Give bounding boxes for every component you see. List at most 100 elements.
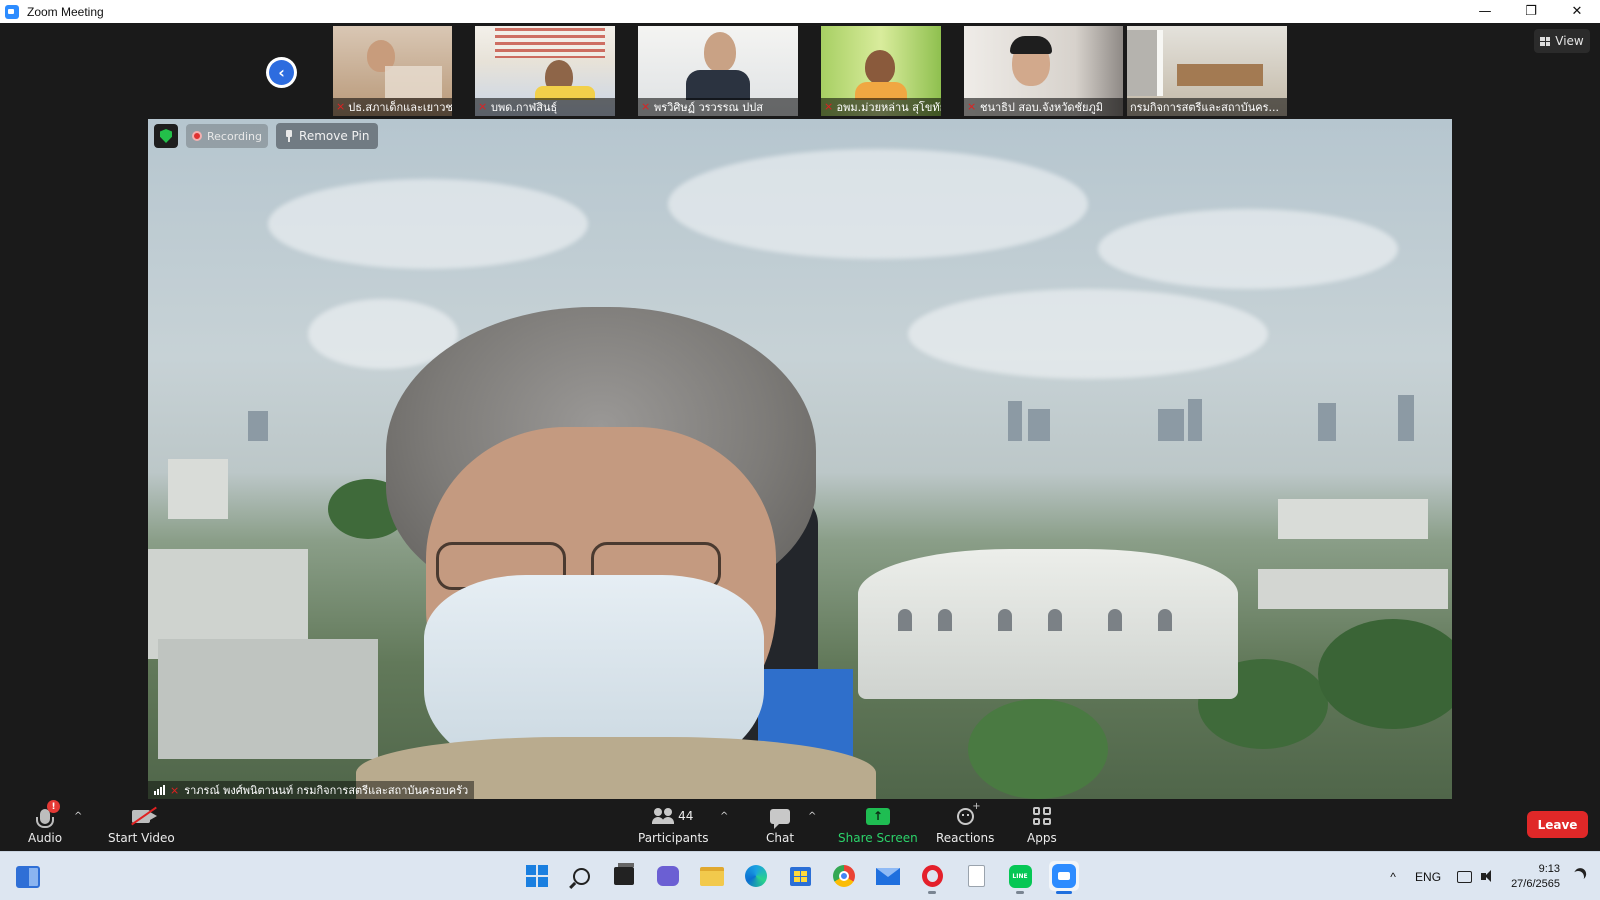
meeting-status-badges: Recording Remove Pin: [154, 123, 379, 149]
signal-strength-icon: [154, 785, 165, 795]
participants-label: Participants: [638, 831, 709, 845]
taskbar-zoom[interactable]: [1049, 861, 1079, 894]
task-view-icon: [614, 863, 634, 885]
thumbnail-namebar: กรมกิจการสตรีและสถาบันคร...: [1127, 98, 1287, 116]
thumbnail-video[interactable]: ⨯ บพด.กาฬสินธุ์: [475, 26, 615, 116]
windows-taskbar: LINE ^ ENG 9:13 27/6/2565: [0, 851, 1600, 900]
taskbar-store[interactable]: [785, 861, 815, 891]
mic-muted-icon: ⨯: [824, 100, 834, 113]
thumbnail-video[interactable]: ⨯ พรวิศิษฏ์ วรวรรณ ปปส: [638, 26, 798, 116]
show-hidden-icons-button[interactable]: ^: [1383, 870, 1403, 884]
thumbnail-namebar: ⨯ พรวิศิษฏ์ วรวรรณ ปปส: [638, 98, 798, 116]
network-icon[interactable]: [1457, 870, 1473, 883]
participant-name: ชนาธิป สอบ.จังหวัดชัยภูมิ: [980, 101, 1103, 114]
line-app-icon: LINE: [1008, 864, 1032, 888]
participant-name: ปธ.สภาเด็กและเยาวชนจัง...: [348, 101, 452, 114]
participant-name: พรวิศิษฏ์ วรวรรณ ปปส: [654, 101, 763, 114]
grid-view-icon: [1540, 36, 1551, 46]
thumbnail-namebar: ⨯ ปธ.สภาเด็กและเยาวชนจัง...: [333, 98, 452, 116]
thumbnail-video[interactable]: ⨯ ชนาธิป สอบ.จังหวัดชัยภูมิ: [964, 26, 1123, 116]
speaker-namebar: ⨯ ราภรณ์ พงศ์พนิตานนท์ กรมกิจการสตรีและส…: [148, 781, 475, 799]
window-controls: — ❐ ✕: [1462, 0, 1600, 23]
remove-pin-button[interactable]: Remove Pin: [276, 123, 379, 149]
teams-chat-icon: [657, 866, 679, 886]
participants-icon: [652, 808, 675, 824]
speaker-person: [356, 307, 876, 799]
clock[interactable]: 9:13 27/6/2565: [1511, 862, 1560, 892]
volume-icon[interactable]: [1481, 870, 1497, 883]
thumbnail-strip: ‹ ⨯ ปธ.สภาเด็กและเยาวชนจัง... ⨯ บพด.กาฬส: [0, 26, 1600, 116]
chat-button[interactable]: Chat: [766, 803, 794, 845]
pin-icon: [285, 130, 293, 142]
thumbnail-namebar: ⨯ อพม.ม่วยหล่าน สุโขทัย: [821, 98, 941, 116]
encryption-shield-icon[interactable]: [154, 124, 178, 148]
view-button-label: View: [1555, 34, 1584, 48]
participant-count: 44: [678, 809, 694, 823]
edge-browser-icon: [745, 865, 767, 887]
taskbar-chat-app[interactable]: [653, 861, 683, 891]
taskbar-chrome[interactable]: [829, 861, 859, 891]
taskbar-line[interactable]: LINE: [1005, 861, 1035, 894]
mic-muted-icon: ⨯: [641, 100, 651, 113]
taskbar-search-button[interactable]: [566, 861, 596, 891]
reactions-label: Reactions: [936, 831, 995, 845]
search-icon: [572, 867, 590, 885]
strip-prev-button[interactable]: ‹: [266, 57, 297, 88]
taskbar-mail[interactable]: [873, 861, 903, 891]
chat-options-caret[interactable]: ^: [808, 811, 816, 822]
share-screen-button[interactable]: ↑ Share Screen: [838, 803, 918, 845]
share-screen-icon: ↑: [865, 807, 890, 825]
thumbnail-video[interactable]: ⨯ อพม.ม่วยหล่าน สุโขทัย: [821, 26, 941, 116]
recording-label: Recording: [207, 129, 263, 143]
windows-logo-icon: [526, 865, 548, 887]
chat-icon: [770, 808, 791, 829]
recording-dot-icon: [192, 131, 202, 141]
audio-label: Audio: [28, 831, 63, 845]
apps-button[interactable]: Apps: [1027, 803, 1057, 845]
participant-face: [704, 32, 736, 72]
meeting-area: ‹ ⨯ ปธ.สภาเด็กและเยาวชนจัง... ⨯ บพด.กาฬส: [0, 23, 1600, 799]
participants-options-caret[interactable]: ^: [720, 811, 728, 822]
start-button[interactable]: [522, 861, 552, 891]
document-icon: [967, 865, 985, 887]
input-language-indicator[interactable]: ENG: [1415, 870, 1441, 884]
meeting-controls: ! Audio ^ Start Video 44 Participants ^ …: [0, 799, 1600, 851]
widgets-icon[interactable]: [16, 866, 40, 888]
folder-icon: [700, 866, 724, 886]
window-title: Zoom Meeting: [27, 4, 104, 19]
start-video-label: Start Video: [108, 831, 175, 845]
taskbar-edge[interactable]: [741, 861, 771, 891]
apps-icon: [1032, 807, 1051, 825]
thumbnail-namebar: ⨯ ชนาธิป สอบ.จังหวัดชัยภูมิ: [964, 98, 1123, 116]
taskbar-notepad[interactable]: [961, 861, 991, 891]
video-off-icon: [132, 809, 158, 823]
reactions-button[interactable]: Reactions: [936, 801, 995, 846]
audio-options-caret[interactable]: ^: [74, 811, 82, 822]
minimize-button[interactable]: —: [1462, 0, 1508, 23]
leave-button[interactable]: Leave: [1527, 811, 1588, 838]
restore-button[interactable]: ❐: [1508, 0, 1554, 23]
focus-assist-icon[interactable]: [1570, 869, 1585, 884]
zoom-logo-icon: [5, 4, 19, 19]
share-screen-label: Share Screen: [838, 831, 918, 845]
start-video-button[interactable]: Start Video: [108, 803, 175, 845]
thumbnail-video[interactable]: กรมกิจการสตรีและสถาบันคร...: [1127, 26, 1287, 116]
participant-face: [865, 50, 895, 84]
opera-icon: [921, 865, 943, 887]
participants-button[interactable]: 44 Participants: [638, 803, 709, 845]
recording-indicator[interactable]: Recording: [186, 124, 269, 148]
reactions-icon: [956, 801, 981, 825]
view-button[interactable]: View: [1534, 29, 1590, 53]
taskbar-file-explorer[interactable]: [697, 861, 727, 891]
active-speaker-video[interactable]: [148, 119, 1452, 799]
zoom-app: Zoom Meeting — ❐ ✕ ‹ ⨯ ปธ.สภาเด็กและเยาว…: [0, 0, 1600, 900]
mic-muted-icon: ⨯: [336, 100, 346, 113]
taskbar-opera[interactable]: [917, 861, 947, 894]
task-view-button[interactable]: [609, 861, 639, 891]
mic-muted-icon: ⨯: [170, 783, 180, 797]
audio-button[interactable]: ! Audio: [28, 800, 63, 845]
audio-alert-badge: !: [47, 800, 61, 813]
close-button[interactable]: ✕: [1554, 0, 1600, 23]
thumbnail-video[interactable]: ⨯ ปธ.สภาเด็กและเยาวชนจัง...: [333, 26, 452, 116]
chrome-icon: [833, 865, 855, 887]
